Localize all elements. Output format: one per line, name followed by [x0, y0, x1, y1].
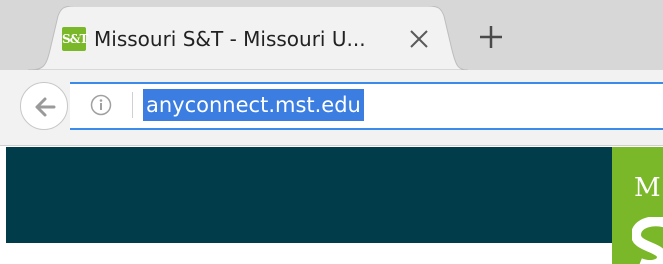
info-icon[interactable] [90, 94, 112, 116]
tab-title: Missouri S&T - Missouri U... [94, 27, 366, 51]
close-icon[interactable] [406, 26, 432, 52]
back-button[interactable] [20, 82, 68, 130]
page-content: M [0, 147, 663, 264]
logo-mark-icon [632, 217, 663, 264]
url-text[interactable]: anyconnect.mst.edu [143, 89, 364, 121]
tab-strip: S&T Missouri S&T - Missouri U... [0, 0, 663, 70]
browser-tab[interactable]: S&T Missouri S&T - Missouri U... [28, 6, 468, 70]
site-logo[interactable]: M [612, 147, 663, 264]
plus-icon[interactable] [478, 24, 504, 50]
logo-letter: M [634, 173, 661, 203]
mst-logo-icon: S&T [62, 27, 88, 51]
address-separator [132, 92, 133, 118]
site-header-band [6, 147, 612, 243]
back-arrow-icon [35, 97, 56, 117]
browser-toolbar: anyconnect.mst.edu [0, 70, 663, 146]
